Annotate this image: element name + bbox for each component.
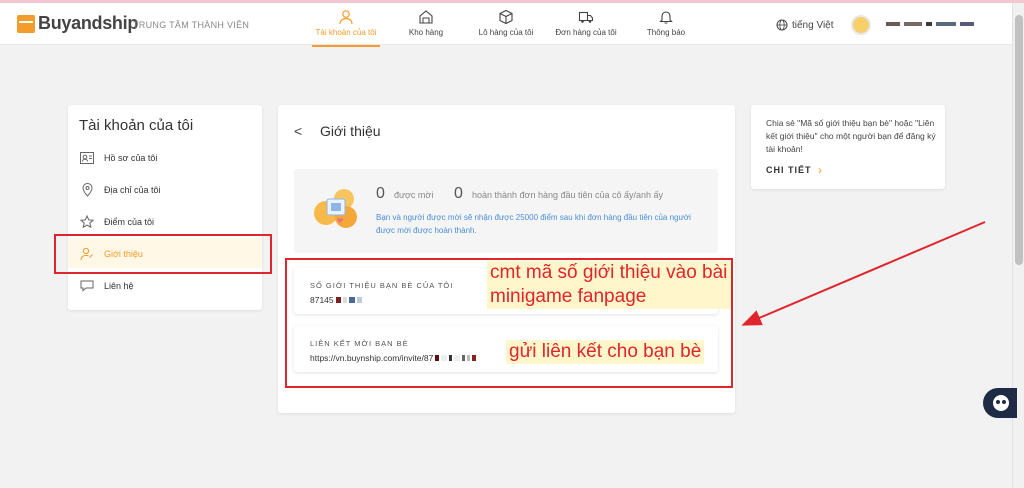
chat-icon [80,279,94,293]
referral-stats: 0 được mời 0 hoàn thành đơn hàng đầu tiê… [294,169,718,253]
invited-count: 0 [376,185,385,202]
star-icon [80,215,94,229]
logo[interactable]: Buyandship [17,13,138,34]
scrollbar-thumb[interactable] [1015,15,1023,265]
completed-count: 0 [454,185,463,202]
nav-label: Tài khoản của tôi [315,28,377,37]
sidebar-item-label: Điểm của tôi [104,217,155,227]
nav-label: Thông báo [646,28,686,37]
gift-illustration-icon [314,189,357,228]
header: Buyandship TRUNG TÂM THÀNH VIÊN Tài khoả… [0,3,1012,47]
language-selector[interactable]: tiếng Việt [776,19,834,31]
nav-my-orders[interactable]: Đơn hàng của tôi [546,9,626,37]
annotation-box-referral-menu [54,234,272,274]
nav-label: Đơn hàng của tôi [555,28,617,37]
sidebar-item-address[interactable]: Địa chỉ của tôi [80,183,161,197]
sidebar-item-label: Địa chỉ của tôi [104,185,161,195]
account-sidebar: Tài khoản của tôi Hồ sơ của tôi Địa chỉ … [68,105,262,310]
logo-box-icon [17,14,35,33]
brand-subtitle: TRUNG TÂM THÀNH VIÊN [133,20,250,30]
nav-my-account[interactable]: Tài khoản của tôi [306,9,386,47]
share-info-card: Chia sẻ "Mã số giới thiệu bạn bè" hoặc "… [751,105,945,189]
truck-icon [578,11,594,23]
nav-notifications[interactable]: Thông báo [626,9,706,37]
brand-name: Buyandship [38,13,139,33]
annotation-code-note: cmt mã số giới thiệu vào bài minigame fa… [487,261,731,309]
invited-label: được mời [394,190,434,200]
language-label: tiếng Việt [792,19,834,31]
nav-warehouse[interactable]: Kho hàng [386,9,466,37]
location-pin-icon [80,183,94,197]
profile-card-icon [80,151,94,165]
globe-icon [776,19,788,31]
nav-my-shipments[interactable]: Lô hàng của tôi [466,9,546,37]
sidebar-title: Tài khoản của tôi [79,117,194,134]
page-title: Giới thiệu [320,123,381,139]
reward-description: Bạn và người được mời sẽ nhận được 25000… [376,213,691,235]
box-icon [499,9,513,25]
sidebar-item-points[interactable]: Điểm của tôi [80,215,154,229]
details-link[interactable]: CHI TIẾT [766,165,812,175]
nav-label: Kho hàng [408,28,444,37]
sidebar-item-label: Hồ sơ của tôi [104,153,158,163]
completed-label: hoàn thành đơn hàng đầu tiên của cô ấy/a… [472,190,664,200]
sidebar-item-label: Liên hệ [104,281,134,291]
bell-icon [659,11,673,24]
sidebar-item-profile[interactable]: Hồ sơ của tôi [80,151,157,165]
chevron-right-icon[interactable]: › [818,163,822,177]
sidebar-item-contact[interactable]: Liên hệ [80,279,134,293]
avatar[interactable] [851,15,871,35]
share-info-text: Chia sẻ "Mã số giới thiệu bạn bè" hoặc "… [766,118,936,154]
back-button[interactable]: < [294,123,302,139]
nav-label: Lô hàng của tôi [478,28,534,37]
user-icon [339,10,353,25]
annotation-link-note: gửi liên kết cho bạn bè [506,340,705,364]
chatbot-icon [993,395,1009,411]
username-redacted [886,22,974,26]
chatbot-button[interactable] [983,388,1017,418]
warehouse-icon [419,10,433,24]
